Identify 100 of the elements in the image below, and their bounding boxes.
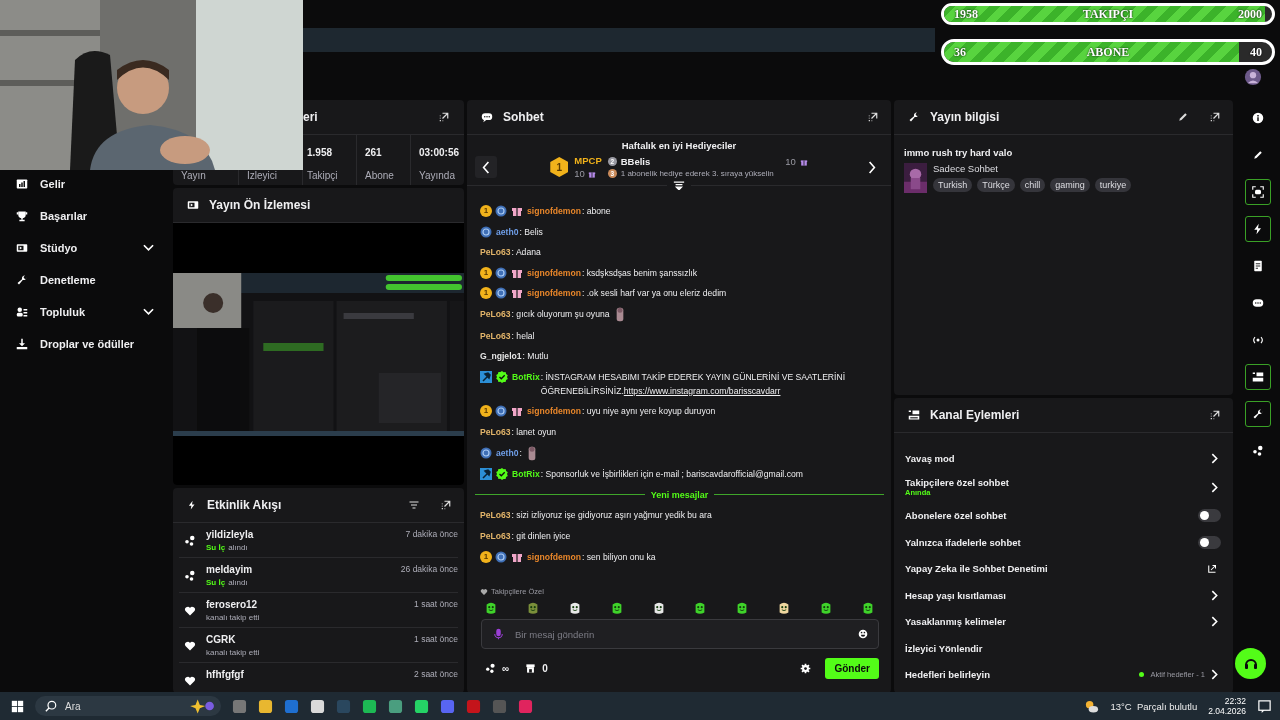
chat-message: : Mutlu [522,350,549,364]
settings-icon[interactable] [800,662,812,674]
app-icon[interactable] [310,698,325,714]
goal-label: TAKIPÇI [1082,6,1134,22]
sidebar-item[interactable]: Droplar ve ödüller [0,328,170,360]
chat-username[interactable]: PeLo63 [480,424,511,439]
tag[interactable]: chill [1019,178,1046,192]
drops-icon [16,338,28,350]
app-icon[interactable] [414,698,429,714]
store-icon[interactable] [525,662,537,674]
heart-icon [184,605,196,617]
chat-username[interactable]: BotRix [512,369,540,384]
actions-button[interactable] [1245,364,1271,390]
emote-icon[interactable] [484,601,498,615]
emoji-icon[interactable] [858,629,868,639]
goal-target: 40 [1250,44,1262,60]
chat-message: : İNSTAGRAM HESABIMI TAKİP EDEREK YAYIN GÜNLERİNİ VE SAATLERİNİ ÖĞRENEBİLİRSİNİZ.https://www.instagram.com/barisscavdarr [540,370,847,398]
message-field[interactable]: Bir mesaj gönderin [481,619,879,649]
reward-name: Su İç [206,543,226,552]
app-icon[interactable] [388,698,403,714]
tag[interactable]: Türkçe [977,178,1015,192]
chat-username[interactable]: signofdemon [527,404,581,419]
notification-icon[interactable] [1257,698,1272,714]
channel-action-row[interactable]: Yasaklanmış kelimeler [905,608,1221,635]
channel-action-row[interactable]: Yavaş mod [905,445,1221,472]
chat-message: : abone [581,205,611,218]
wrench-icon [1252,408,1264,420]
panel-title: Etkinlik Akışı [207,498,282,512]
filter-icon[interactable] [408,499,420,511]
tag[interactable]: Turkish [933,178,973,192]
channel-action-row[interactable]: İzleyici Yönlendir [905,635,1221,662]
reward-name: Su İç [206,578,226,587]
category-name[interactable]: Sadece Sohbet [933,163,1132,174]
message-input[interactable]: Bir mesaj gönderin [513,627,848,641]
wrench-button[interactable] [1245,401,1271,427]
subscriber-badge-icon [495,550,507,563]
chat-username[interactable]: signofdemon [527,204,581,218]
popout-icon[interactable] [440,499,452,511]
popout-icon[interactable] [438,111,450,123]
bolt-icon [1252,223,1264,235]
previous-button[interactable] [475,156,497,178]
activity-user: CGRK [206,634,236,645]
chat-username[interactable]: aeth0 [496,445,519,460]
support-button[interactable] [1235,648,1266,679]
chat-username[interactable]: PeLo63 [480,528,511,543]
search-field[interactable]: Ara [35,696,221,716]
app-icon[interactable] [362,698,377,714]
link[interactable]: https://www.instagram.com/barisscavdarr [623,385,781,396]
drops-icon[interactable] [485,662,496,674]
stat-value: 03:00:56 [419,147,461,159]
channel-action-row[interactable]: Hesap yaşı kısıtlaması [905,582,1221,609]
emote-icon[interactable] [819,601,833,615]
chat-username[interactable]: PeLo63 [480,508,511,523]
microphone-icon[interactable] [494,628,503,640]
sidebar-item[interactable]: Topluluk [0,296,170,328]
channel-action-row[interactable]: Yalnızca ifadelerle sohbet [905,529,1221,556]
chat-message: : Adana [511,246,541,260]
tag[interactable]: gaming [1050,178,1090,192]
gift-icon [511,205,523,217]
popout-icon[interactable] [1209,409,1221,421]
studio-icon [16,242,28,254]
chat-username[interactable]: PeLo63 [480,306,511,321]
channel-action-row[interactable]: Yapay Zeka ile Sohbet Denetimi [905,555,1221,582]
bolt-button[interactable] [1245,216,1271,242]
sidebar-item[interactable]: Başarılar [0,200,170,232]
chat-username[interactable]: BotRix [512,467,540,482]
chat-message: : gıcık oluyorum şu oyuna [511,307,610,321]
chat-username[interactable]: signofdemon [527,265,581,280]
pencil-icon[interactable] [1177,111,1189,123]
actions-icon [908,409,920,421]
chat-username[interactable]: signofdemon [527,549,581,564]
action-label: Takipçilere özel sohbet [905,477,1010,488]
sidebar-item[interactable]: Denetleme [0,264,170,296]
windows-icon[interactable] [11,699,24,713]
popout-icon[interactable] [1209,111,1221,123]
sidebar-item[interactable]: Stüdyo [0,232,170,264]
chat-username[interactable]: aeth0 [496,224,519,239]
activity-user: yildizleyla [206,529,254,540]
activity-time: 7 dakika önce [405,529,458,540]
chat-username[interactable]: PeLo63 [480,328,511,343]
app-icon[interactable] [258,698,273,714]
action-label: Hesap yaşı kısıtlaması [905,589,1007,601]
channel-action-row[interactable]: Abonelere özel sohbet [905,502,1221,529]
tag[interactable]: turkiye [1094,178,1132,192]
heart-icon [184,640,196,652]
sidebar-item[interactable]: Gelir [0,168,170,200]
send-button[interactable]: Gönder [825,657,879,679]
chat-username[interactable]: G_ngjelo1 [480,349,522,364]
focus-button[interactable] [1245,179,1271,205]
subscriber-badge-icon [495,287,507,300]
popout-icon[interactable] [867,111,879,123]
chat-message: : Sponsorluk ve İşbirlikleri için e-mail ; bariscavdarofficial@gmail.com [540,468,803,482]
chat-username[interactable]: PeLo63 [480,245,511,260]
chat-message: : git dinlen iyice [511,529,571,543]
avatar-icon[interactable] [1244,68,1262,86]
subscriber-badge-icon [495,205,507,217]
stat-label: Abone [365,170,395,181]
toggle-switch[interactable] [1198,509,1221,523]
chat-username[interactable]: signofdemon [527,286,581,301]
toggle-switch[interactable] [1198,535,1221,549]
